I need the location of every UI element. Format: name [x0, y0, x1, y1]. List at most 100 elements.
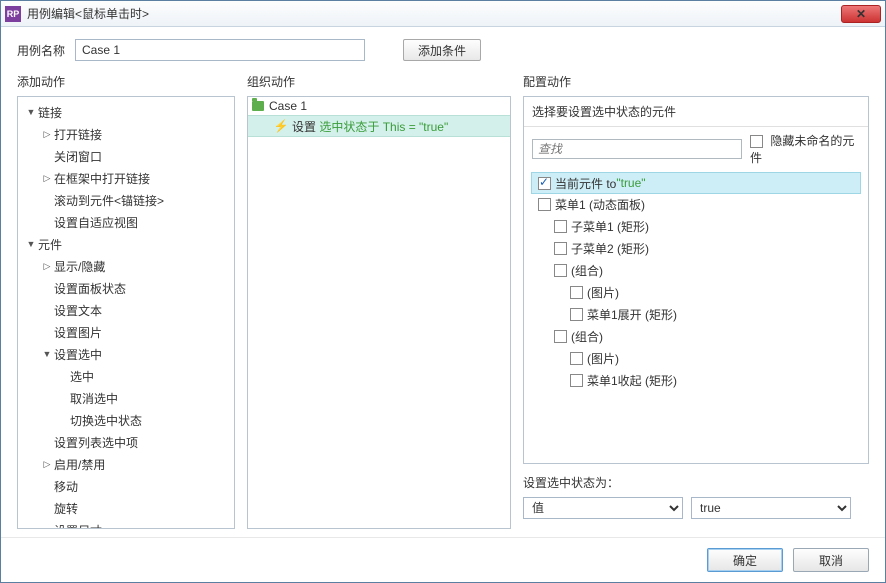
- action-tree-item[interactable]: 切换选中状态: [18, 409, 234, 431]
- checkbox-icon[interactable]: [570, 352, 583, 365]
- value-type-select[interactable]: 值: [523, 497, 683, 519]
- expand-icon[interactable]: [40, 349, 54, 359]
- action-tree-item[interactable]: 取消选中: [18, 387, 234, 409]
- action-tree-item[interactable]: 元件: [18, 233, 234, 255]
- action-label: 取消选中: [70, 390, 118, 407]
- action-label: 设置图片: [54, 324, 102, 341]
- org-action-row[interactable]: ⚡ 设置 选中状态于 This = "true": [247, 115, 511, 137]
- action-label: 元件: [38, 236, 62, 253]
- action-tree-item[interactable]: 在框架中打开链接: [18, 167, 234, 189]
- close-button[interactable]: ✕: [841, 5, 881, 23]
- action-tree-item[interactable]: 打开链接: [18, 123, 234, 145]
- action-tree-item[interactable]: 启用/禁用: [18, 453, 234, 475]
- widget-tree-item[interactable]: (图片): [532, 347, 860, 369]
- set-state-label: 设置选中状态为：: [523, 474, 869, 491]
- widget-tree-item[interactable]: (组合): [532, 259, 860, 281]
- widget-label: 子菜单2 (矩形): [571, 240, 649, 257]
- cancel-button[interactable]: 取消: [793, 548, 869, 572]
- action-tree-item[interactable]: 设置文本: [18, 299, 234, 321]
- action-tree-item[interactable]: 设置自适应视图: [18, 211, 234, 233]
- expand-icon[interactable]: [24, 107, 38, 117]
- checkbox-icon[interactable]: [554, 264, 567, 277]
- organize-actions-panel[interactable]: Case 1 ⚡ 设置 选中状态于 This = "true": [247, 96, 511, 529]
- add-actions-panel[interactable]: 链接打开链接关闭窗口在框架中打开链接滚动到元件<锚链接> 设置自适应视图元件显示/…: [17, 96, 235, 529]
- configure-search-row: 隐藏未命名的元件: [524, 127, 868, 171]
- dialog-window: RP 用例编辑<鼠标单击时> ✕ 用例名称 添加条件 添加动作 链接打开链接关闭…: [0, 0, 886, 583]
- search-input[interactable]: [532, 139, 742, 159]
- expand-icon[interactable]: [24, 239, 38, 249]
- widget-tree-item[interactable]: 菜单1收起 (矩形): [532, 369, 860, 391]
- close-icon: ✕: [856, 7, 866, 21]
- action-label: 显示/隐藏: [54, 258, 105, 275]
- checkbox-icon[interactable]: [554, 242, 567, 255]
- folder-icon: [251, 99, 265, 113]
- checkbox-icon[interactable]: [538, 198, 551, 211]
- ok-button[interactable]: 确定: [707, 548, 783, 572]
- widget-label: (图片): [587, 284, 619, 301]
- widget-tree-item[interactable]: (图片): [532, 281, 860, 303]
- action-label: 关闭窗口: [54, 148, 102, 165]
- widget-label: (组合): [571, 328, 603, 345]
- action-tree-item[interactable]: 旋转: [18, 497, 234, 519]
- action-tree-item[interactable]: 链接: [18, 101, 234, 123]
- widget-label: 子菜单1 (矩形): [571, 218, 649, 235]
- add-actions-column: 添加动作 链接打开链接关闭窗口在框架中打开链接滚动到元件<锚链接>设置自适应视图…: [17, 69, 235, 529]
- case-name-input[interactable]: [75, 39, 365, 61]
- action-label: 滚动到元件<锚链接>: [54, 192, 164, 209]
- widget-tree-item[interactable]: 菜单1 (动态面板): [532, 193, 860, 215]
- configure-bottom: 设置选中状态为： 值 true: [523, 474, 869, 519]
- bolt-icon: ⚡: [274, 119, 288, 133]
- org-action-detail: 选中状态于 This = "true": [319, 118, 448, 135]
- checkbox-icon[interactable]: [750, 135, 763, 148]
- action-label: 设置列表选中项: [54, 434, 138, 451]
- checkbox-icon[interactable]: [570, 374, 583, 387]
- action-label: 设置自适应视图: [54, 214, 138, 231]
- action-tree-item[interactable]: 设置尺寸: [18, 519, 234, 529]
- action-tree-item[interactable]: 设置选中: [18, 343, 234, 365]
- org-case-row[interactable]: Case 1: [247, 96, 511, 116]
- widget-tree-item[interactable]: 子菜单1 (矩形): [532, 215, 860, 237]
- checkbox-icon[interactable]: [538, 177, 551, 190]
- configure-actions-label: 配置动作: [523, 73, 869, 90]
- action-label: 切换选中状态: [70, 412, 142, 429]
- action-label: 设置面板状态: [54, 280, 126, 297]
- app-icon: RP: [5, 6, 21, 22]
- action-tree-item[interactable]: 关闭窗口: [18, 145, 234, 167]
- widget-tree-item[interactable]: 子菜单2 (矩形): [532, 237, 860, 259]
- window-title: 用例编辑<鼠标单击时>: [27, 5, 841, 22]
- configure-actions-column: 配置动作 选择要设置选中状态的元件 隐藏未命名的元件 当前元件 to "true…: [523, 69, 869, 529]
- checkbox-icon[interactable]: [554, 330, 567, 343]
- widget-tree-item[interactable]: (组合): [532, 325, 860, 347]
- action-label: 链接: [38, 104, 62, 121]
- widget-label: 菜单1展开 (矩形): [587, 306, 677, 323]
- action-tree-item[interactable]: 设置列表选中项: [18, 431, 234, 453]
- expand-icon[interactable]: [40, 261, 54, 272]
- checkbox-icon[interactable]: [554, 220, 567, 233]
- action-tree-item[interactable]: 移动: [18, 475, 234, 497]
- widget-tree-item[interactable]: 菜单1展开 (矩形): [532, 303, 860, 325]
- hide-unnamed-option[interactable]: 隐藏未命名的元件: [750, 132, 860, 166]
- action-label: 设置尺寸: [54, 522, 102, 530]
- widget-label-value: "true": [616, 176, 645, 190]
- checkbox-icon[interactable]: [570, 286, 583, 299]
- hide-unnamed-label: 隐藏未命名的元件: [750, 134, 854, 165]
- value-select[interactable]: true: [691, 497, 851, 519]
- action-tree-item[interactable]: 选中: [18, 365, 234, 387]
- expand-icon[interactable]: [40, 173, 54, 184]
- checkbox-icon[interactable]: [570, 308, 583, 321]
- action-label: 旋转: [54, 500, 78, 517]
- action-tree-item[interactable]: 滚动到元件<锚链接>: [18, 189, 234, 211]
- action-tree-item[interactable]: 显示/隐藏: [18, 255, 234, 277]
- action-tree-item[interactable]: 设置面板状态: [18, 277, 234, 299]
- action-tree-item[interactable]: 设置图片: [18, 321, 234, 343]
- widget-label: 菜单1 (动态面板): [555, 196, 645, 213]
- action-label: 设置选中: [54, 346, 102, 363]
- dialog-footer: 确定 取消: [1, 537, 885, 582]
- widget-tree-item[interactable]: 当前元件 to "true": [531, 172, 861, 194]
- widget-tree[interactable]: 当前元件 to "true" 菜单1 (动态面板) 子菜单1 (矩形) 子菜单2…: [524, 171, 868, 463]
- add-condition-button[interactable]: 添加条件: [403, 39, 481, 61]
- expand-icon[interactable]: [40, 129, 54, 140]
- organize-actions-column: 组织动作 Case 1 ⚡ 设置 选中状态于 This = "true": [247, 69, 511, 529]
- expand-icon[interactable]: [40, 459, 54, 470]
- top-row: 用例名称 添加条件: [1, 27, 885, 69]
